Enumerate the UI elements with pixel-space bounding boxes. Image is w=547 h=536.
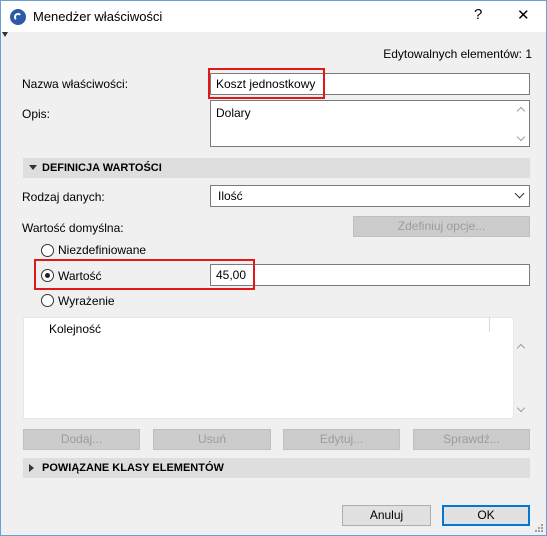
- property-name-label: Nazwa właściwości:: [22, 77, 129, 91]
- remove-button[interactable]: Usuń: [153, 429, 271, 450]
- title-bar: Menedżer właściwości ? ✕: [1, 1, 546, 32]
- check-button[interactable]: Sprawdź...: [413, 429, 530, 450]
- help-button[interactable]: ?: [474, 6, 482, 23]
- description-textarea[interactable]: Dolary: [210, 100, 530, 147]
- scroll-up-icon[interactable]: [516, 106, 526, 116]
- value-highlight-box: [34, 259, 255, 290]
- default-value-input[interactable]: 45,00: [210, 264, 530, 286]
- description-label: Opis:: [22, 107, 51, 121]
- value-definition-section[interactable]: DEFINICJA WARTOŚCI: [23, 158, 530, 178]
- editable-count: Edytowalnych elementów: 1: [383, 47, 532, 61]
- description-text: Dolary: [216, 106, 251, 120]
- radio-undefined[interactable]: [41, 244, 54, 257]
- related-classes-section[interactable]: POWIĄZANE KLASY ELEMENTÓW: [23, 458, 530, 478]
- edit-button[interactable]: Edytuj...: [283, 429, 400, 450]
- radio-undefined-label: Niezdefiniowane: [58, 243, 147, 257]
- default-value-label: Wartość domyślna:: [22, 221, 124, 235]
- radio-expression[interactable]: [41, 294, 54, 307]
- data-type-label: Rodzaj danych:: [22, 190, 105, 204]
- chevron-down-icon: [29, 165, 37, 170]
- cancel-button[interactable]: Anuluj: [342, 505, 431, 526]
- list-scrollbar[interactable]: [514, 317, 530, 419]
- value-definition-title: DEFINICJA WARTOŚCI: [42, 162, 162, 174]
- chevron-right-icon: [29, 464, 34, 472]
- property-manager-dialog: Menedżer właściwości ? ✕ Edytowalnych el…: [0, 0, 547, 536]
- list-column-header: Kolejność: [49, 322, 102, 336]
- data-type-value: Ilość: [218, 189, 243, 203]
- options-list[interactable]: Kolejność: [23, 317, 514, 419]
- scroll-up-icon[interactable]: [516, 343, 526, 353]
- ok-button[interactable]: OK: [442, 505, 530, 526]
- close-button[interactable]: ✕: [517, 6, 530, 24]
- column-divider: [489, 318, 490, 332]
- collapse-marker-icon[interactable]: [2, 32, 8, 37]
- data-type-select[interactable]: Ilość: [210, 185, 530, 207]
- define-options-button[interactable]: Zdefiniuj opcje...: [353, 216, 530, 237]
- app-logo-icon: [10, 9, 26, 25]
- chevron-down-icon: [514, 188, 525, 199]
- scroll-down-icon[interactable]: [516, 403, 526, 413]
- radio-expression-label: Wyrażenie: [58, 294, 115, 308]
- add-button[interactable]: Dodaj...: [23, 429, 140, 450]
- window-title: Menedżer właściwości: [33, 9, 163, 24]
- related-classes-title: POWIĄZANE KLASY ELEMENTÓW: [42, 462, 224, 474]
- name-highlight-box: [208, 68, 325, 99]
- resize-grip-icon[interactable]: [534, 523, 543, 532]
- scroll-down-icon[interactable]: [516, 132, 526, 142]
